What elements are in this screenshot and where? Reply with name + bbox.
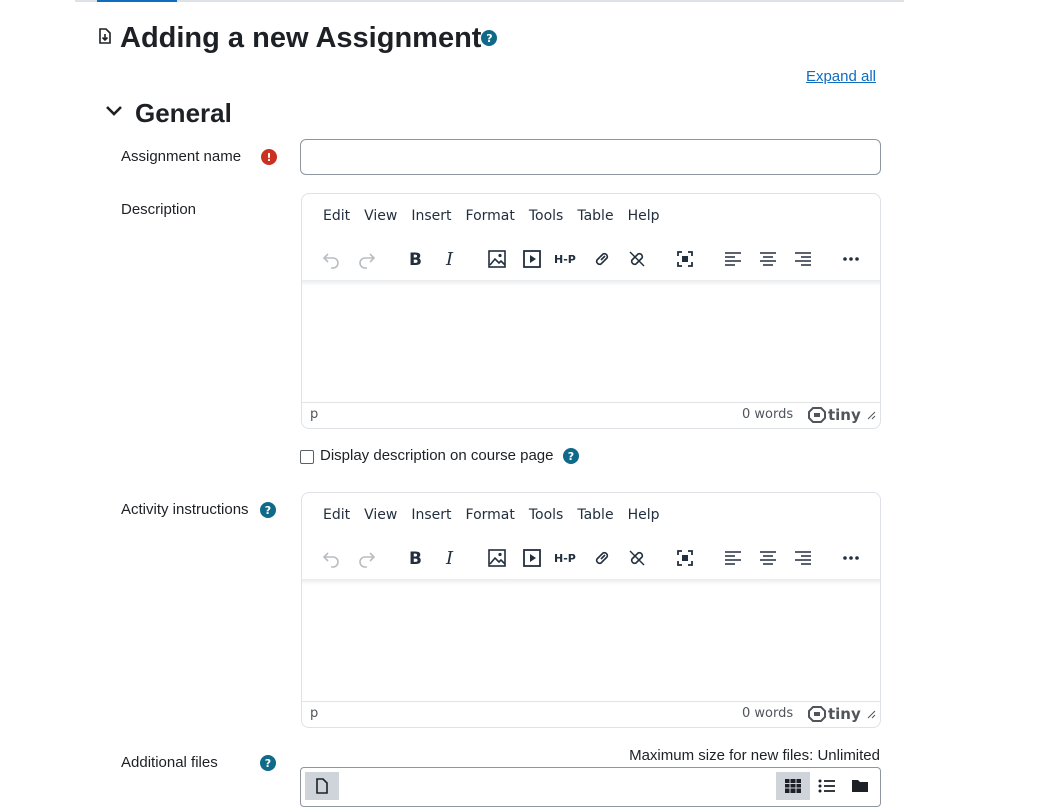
section-title: General <box>135 97 232 128</box>
menu-format[interactable]: Format <box>459 204 522 232</box>
svg-text:H-P: H-P <box>554 253 576 266</box>
resize-handle-icon[interactable] <box>866 708 876 723</box>
align-left-icon[interactable] <box>719 245 747 273</box>
tiny-logo[interactable]: tiny <box>808 705 861 723</box>
grid-icon <box>785 779 801 793</box>
activity-instructions-editor: Edit View Insert Format Tools Table Help… <box>301 492 881 728</box>
page-header: Adding a new Assignment ? <box>97 18 498 58</box>
svg-text:H-P: H-P <box>554 552 576 565</box>
tiny-brand-label: tiny <box>828 406 861 424</box>
italic-icon[interactable]: I <box>436 245 464 273</box>
page-title: Adding a new Assignment <box>120 22 482 54</box>
svg-text:I: I <box>445 548 454 568</box>
view-list-button[interactable] <box>810 772 844 800</box>
editor-toolbar: B I H-P <box>302 239 880 279</box>
active-tab-indicator <box>97 0 177 2</box>
bold-icon[interactable]: B <box>401 245 429 273</box>
word-count[interactable]: 0 words <box>742 407 793 422</box>
file-manager <box>300 767 881 807</box>
more-icon[interactable] <box>837 245 865 273</box>
help-icon[interactable]: ? <box>260 502 276 518</box>
menu-tools[interactable]: Tools <box>522 204 571 232</box>
unlink-icon[interactable] <box>623 544 651 572</box>
menu-table[interactable]: Table <box>570 503 620 531</box>
display-description-checkbox[interactable] <box>300 450 314 464</box>
more-icon[interactable] <box>837 544 865 572</box>
description-editor: Edit View Insert Format Tools Table Help… <box>301 193 881 429</box>
list-icon <box>818 779 835 793</box>
menu-insert[interactable]: Insert <box>404 204 458 232</box>
svg-text:B: B <box>409 549 422 568</box>
element-path[interactable]: p <box>310 407 318 422</box>
redo-icon[interactable] <box>353 544 381 572</box>
menu-help[interactable]: Help <box>621 204 667 232</box>
help-icon[interactable]: ? <box>260 755 276 771</box>
help-icon[interactable]: ? <box>563 448 579 464</box>
assignment-name-label: Assignment name <box>121 148 242 165</box>
menu-edit[interactable]: Edit <box>316 503 357 531</box>
align-right-icon[interactable] <box>789 245 817 273</box>
h5p-icon[interactable]: H-P <box>553 544 581 572</box>
menu-format[interactable]: Format <box>459 503 522 531</box>
menu-tools[interactable]: Tools <box>522 503 571 531</box>
editor-menubar: Edit View Insert Format Tools Table Help <box>302 204 666 232</box>
assignment-icon <box>97 27 113 50</box>
redo-icon[interactable] <box>353 245 381 273</box>
editor-statusbar: p 0 words tiny <box>302 402 880 428</box>
editor-menubar: Edit View Insert Format Tools Table Help <box>302 503 666 531</box>
help-icon[interactable]: ? <box>481 30 498 46</box>
description-label: Description <box>121 201 197 218</box>
editor-content-area[interactable] <box>302 284 880 402</box>
align-center-icon[interactable] <box>754 544 782 572</box>
align-left-icon[interactable] <box>719 544 747 572</box>
tiny-logo[interactable]: tiny <box>808 406 861 424</box>
editor-toolbar: B I H-P <box>302 538 880 578</box>
h5p-icon[interactable]: H-P <box>553 245 581 273</box>
additional-files-label: Additional files <box>121 754 218 771</box>
editor-statusbar: p 0 words tiny <box>302 701 880 727</box>
required-icon: ! <box>261 149 277 165</box>
menu-view[interactable]: View <box>357 204 404 232</box>
fullscreen-icon[interactable] <box>671 544 699 572</box>
unlink-icon[interactable] <box>623 245 651 273</box>
undo-icon[interactable] <box>317 245 345 273</box>
resize-handle-icon[interactable] <box>866 409 876 424</box>
add-file-button[interactable] <box>305 772 339 800</box>
chevron-down-icon[interactable] <box>105 104 123 122</box>
media-icon[interactable] <box>518 245 546 273</box>
editor-content-area[interactable] <box>302 583 880 701</box>
tab-underline-bar <box>75 0 904 2</box>
align-right-icon[interactable] <box>789 544 817 572</box>
activity-instructions-label: Activity instructions <box>121 501 249 518</box>
section-header-general[interactable]: General <box>105 96 232 130</box>
link-icon[interactable] <box>588 245 616 273</box>
display-description-label[interactable]: Display description on course page <box>320 447 553 464</box>
image-icon[interactable] <box>483 245 511 273</box>
max-file-size-text: Maximum size for new files: Unlimited <box>629 747 880 764</box>
file-icon <box>316 778 328 794</box>
menu-insert[interactable]: Insert <box>404 503 458 531</box>
media-icon[interactable] <box>518 544 546 572</box>
menu-help[interactable]: Help <box>621 503 667 531</box>
svg-text:B: B <box>409 250 422 269</box>
view-icons-button[interactable] <box>776 772 810 800</box>
menu-edit[interactable]: Edit <box>316 204 357 232</box>
expand-all-link[interactable]: Expand all <box>806 68 876 85</box>
tiny-brand-label: tiny <box>828 705 861 723</box>
folder-icon <box>852 780 868 792</box>
align-center-icon[interactable] <box>754 245 782 273</box>
bold-icon[interactable]: B <box>401 544 429 572</box>
svg-text:I: I <box>445 249 454 269</box>
image-icon[interactable] <box>483 544 511 572</box>
menu-table[interactable]: Table <box>570 204 620 232</box>
italic-icon[interactable]: I <box>436 544 464 572</box>
undo-icon[interactable] <box>317 544 345 572</box>
assignment-name-input[interactable] <box>300 139 881 175</box>
link-icon[interactable] <box>588 544 616 572</box>
menu-view[interactable]: View <box>357 503 404 531</box>
fullscreen-icon[interactable] <box>671 245 699 273</box>
word-count[interactable]: 0 words <box>742 706 793 721</box>
view-tree-button[interactable] <box>844 772 876 800</box>
element-path[interactable]: p <box>310 706 318 721</box>
